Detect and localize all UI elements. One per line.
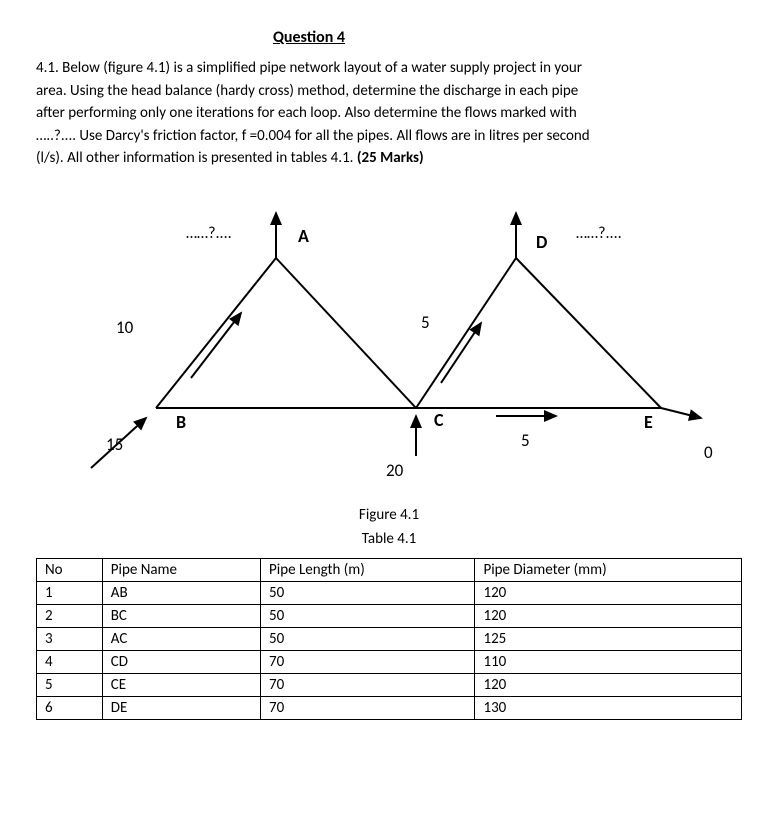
cell: BC — [102, 604, 260, 627]
cell: CD — [102, 650, 260, 673]
cell: 130 — [475, 696, 742, 719]
body-line: 4.1. Below (figure 4.1) is a simplified … — [36, 59, 582, 77]
table-header: No — [37, 558, 103, 581]
flow-5-ac-label: 5 — [421, 312, 430, 333]
node-d-label: D — [536, 231, 547, 253]
node-c-label: C — [434, 409, 444, 431]
table-row: 1 AB 50 120 — [37, 581, 742, 604]
table-row: 4 CD 70 110 — [37, 650, 742, 673]
cell: 125 — [475, 627, 742, 650]
node-e-label: E — [644, 411, 653, 433]
flow-15-label: 15 — [106, 434, 123, 455]
flow-0-label: 0 — [704, 442, 713, 463]
body-line: area. Using the head balance (hardy cros… — [36, 82, 578, 100]
table-row: 2 BC 50 120 — [37, 604, 742, 627]
flow-5-ce-label: 5 — [521, 430, 530, 451]
table-row: 3 AC 50 125 — [37, 627, 742, 650]
cell: 70 — [261, 696, 475, 719]
table-row: 5 CE 70 120 — [37, 673, 742, 696]
cell: AC — [102, 627, 260, 650]
cell: DE — [102, 696, 260, 719]
question-body: 4.1. Below (figure 4.1) is a simplified … — [36, 57, 742, 170]
flow-q-left: ……?.... — [186, 224, 232, 243]
body-line: (l/s). All other information is presente… — [36, 149, 357, 167]
cell: 5 — [37, 673, 103, 696]
body-line: …..?.... Use Darcy's friction factor, f … — [36, 127, 590, 145]
cell: AB — [102, 581, 260, 604]
flow-10-label: 10 — [116, 317, 134, 338]
cell: 50 — [261, 604, 475, 627]
cell: 120 — [475, 673, 742, 696]
cell: 120 — [475, 581, 742, 604]
table-header: Pipe Diameter (mm) — [475, 558, 742, 581]
flow-20-label: 20 — [386, 460, 404, 481]
flow-q-right: ……?.... — [576, 224, 622, 243]
cell: 4 — [37, 650, 103, 673]
marks: (25 Marks) — [357, 149, 424, 167]
cell: 1 — [37, 581, 103, 604]
cell: 6 — [37, 696, 103, 719]
cell: 70 — [261, 650, 475, 673]
figure-network: A B C D E ……?.... ……?.... 10 5 15 20 5 0 — [36, 198, 742, 498]
cell: 50 — [261, 581, 475, 604]
table-row: 6 DE 70 130 — [37, 696, 742, 719]
table-header: Pipe Length (m) — [261, 558, 475, 581]
cell: 3 — [37, 627, 103, 650]
cell: 120 — [475, 604, 742, 627]
table-header-row: No Pipe Name Pipe Length (m) Pipe Diamet… — [37, 558, 742, 581]
figure-caption: Figure 4.1 — [36, 506, 742, 524]
cell: 70 — [261, 673, 475, 696]
cell: 2 — [37, 604, 103, 627]
cell: 110 — [475, 650, 742, 673]
node-b-label: B — [176, 411, 186, 433]
cell: 50 — [261, 627, 475, 650]
question-title: Question 4 — [176, 28, 442, 47]
table-header: Pipe Name — [102, 558, 260, 581]
node-a-label: A — [298, 225, 309, 247]
body-line: after performing only one iterations for… — [36, 104, 577, 122]
pipe-table: No Pipe Name Pipe Length (m) Pipe Diamet… — [36, 558, 742, 720]
cell: CE — [102, 673, 260, 696]
table-caption: Table 4.1 — [36, 530, 742, 548]
